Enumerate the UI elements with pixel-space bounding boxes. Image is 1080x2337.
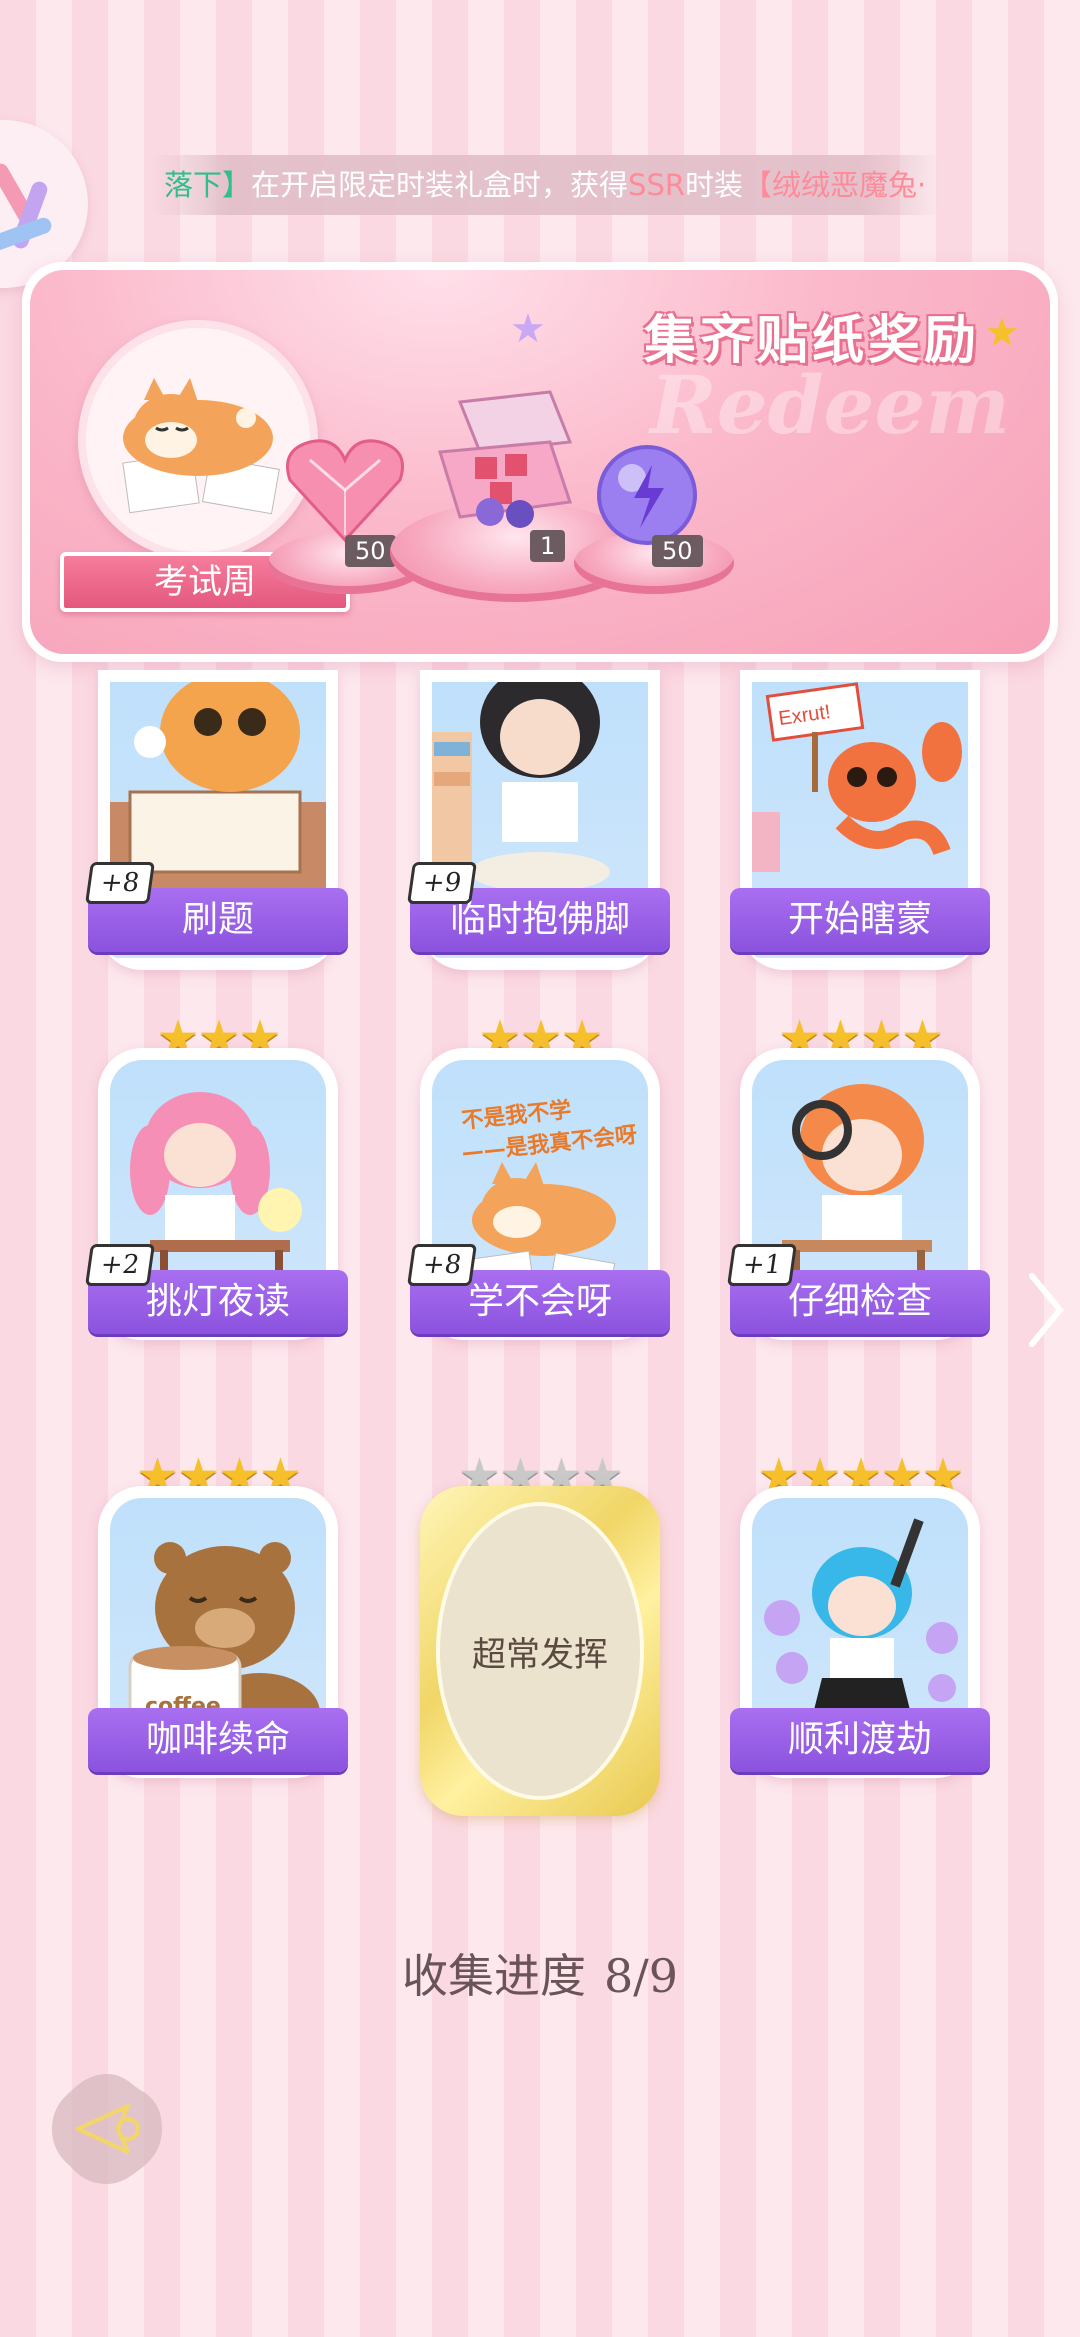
purple-orb-icon[interactable] [592,440,702,550]
star-decoration-icon: ★ [510,306,546,352]
sticker-bonus-tag: +8 [407,1244,477,1286]
heart-gem-icon[interactable] [280,430,410,550]
locked-sticker-slot: 超常发挥 [436,1502,644,1800]
panel-title: 集齐贴纸奖励 [643,311,980,371]
sticker-card-label: 开始瞎蒙 [730,888,990,952]
sticker-card-label: 咖啡续命 [88,1708,348,1772]
progress-label: 收集进度 [401,1949,586,2003]
reward-count-badge: 50 [652,535,703,567]
progress-value: 8/9 [603,1949,679,2003]
back-button[interactable] [48,2070,166,2188]
star-decoration-icon: ★ [984,310,1020,356]
gift-box-icon[interactable] [420,382,600,532]
collection-progress: 收集进度 8/9 [0,1940,1080,2006]
reward-count-badge: 50 [345,535,396,567]
art-caption-line-1: 不是我不学 [460,1097,572,1134]
announcement-ticker: 落下】在开启限定时装礼盒时，获得SSR时装【绒绒恶魔兔· [150,155,940,215]
sticker-bonus-tag: +1 [727,1244,797,1286]
sticker-bonus-tag: +9 [407,862,477,904]
chevron-right-icon[interactable] [1026,1270,1066,1350]
sticker-card-label: 顺利渡劫 [730,1708,990,1772]
reward-count-badge: 1 [530,530,566,562]
sticker-reward-panel: Redeem ★ ★ 集齐贴纸奖励 考试周 50 1 50 [22,262,1058,662]
sticker-bonus-tag: +2 [85,1244,155,1286]
sticker-bonus-tag: +8 [85,862,155,904]
